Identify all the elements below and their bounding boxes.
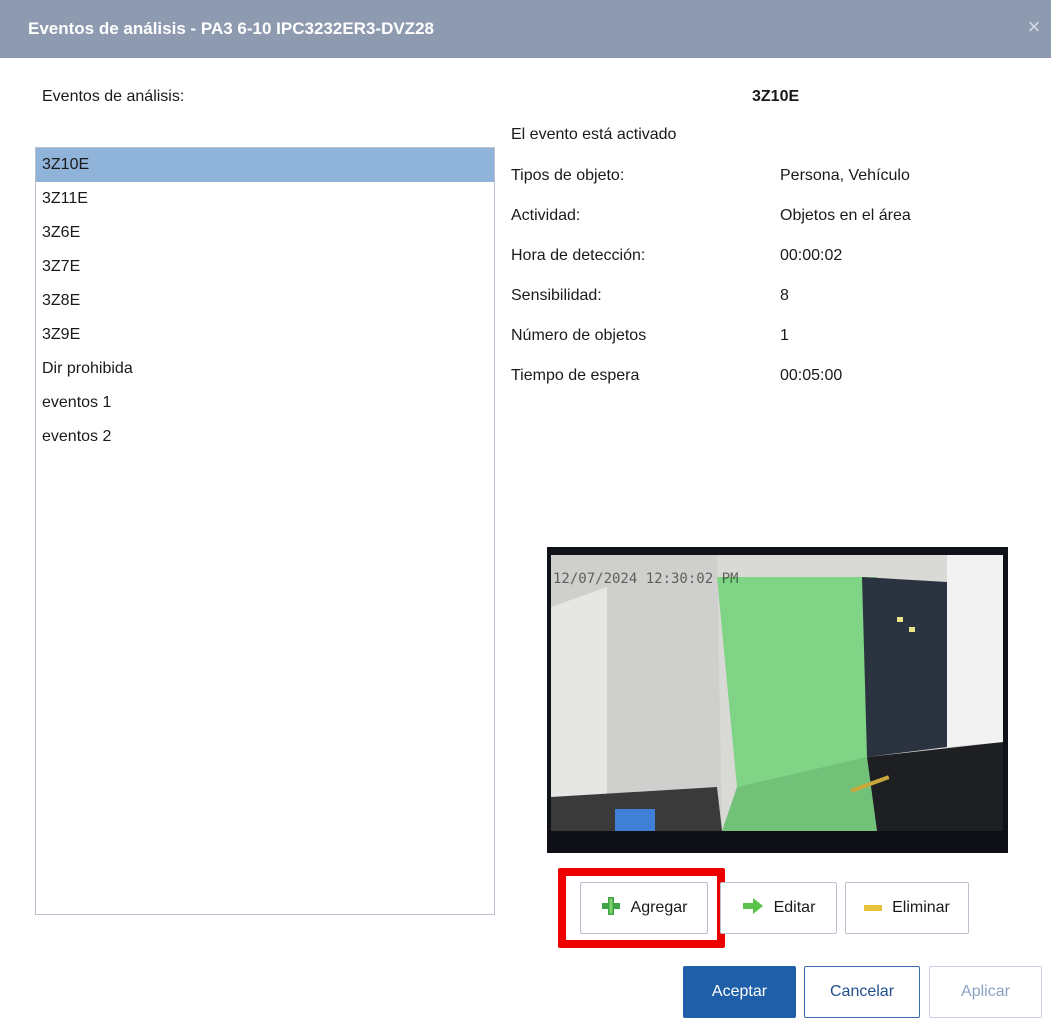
minus-icon	[864, 899, 883, 917]
edit-button[interactable]: Editar	[720, 882, 837, 934]
accept-button[interactable]: Aceptar	[683, 966, 796, 1018]
close-icon[interactable]: ×	[1023, 16, 1045, 38]
apply-button[interactable]: Aplicar	[929, 966, 1042, 1018]
list-item[interactable]: Dir prohibida	[36, 352, 494, 386]
accept-button-label: Aceptar	[711, 983, 768, 1000]
list-item[interactable]: 3Z8E	[36, 284, 494, 318]
arrow-right-icon	[742, 897, 764, 920]
events-list[interactable]: 3Z10E 3Z11E 3Z6E 3Z7E 3Z8E 3Z9E Dir proh…	[35, 147, 495, 915]
list-item[interactable]: 3Z6E	[36, 216, 494, 250]
preview-timestamp: 12/07/2024 12:30:02 PM	[553, 571, 739, 587]
camera-preview: 12/07/2024 12:30:02 PM	[547, 547, 1008, 853]
wait-time-value: 00:05:00	[780, 367, 843, 384]
list-item[interactable]: eventos 2	[36, 420, 494, 454]
object-types-label: Tipos de objeto:	[511, 167, 625, 184]
delete-button-label: Eliminar	[892, 899, 950, 916]
wait-time-label: Tiempo de espera	[511, 367, 640, 384]
apply-button-label: Aplicar	[961, 983, 1010, 1000]
edit-button-label: Editar	[773, 899, 816, 916]
window-title: Eventos de análisis - PA3 6-10 IPC3232ER…	[28, 19, 434, 38]
object-types-value: Persona, Vehículo	[780, 167, 910, 184]
event-status: El evento está activado	[511, 126, 677, 143]
list-item[interactable]: 3Z10E	[36, 148, 494, 182]
list-item[interactable]: 3Z11E	[36, 182, 494, 216]
detection-time-value: 00:00:02	[780, 247, 843, 264]
sensitivity-label: Sensibilidad:	[511, 287, 602, 304]
list-item[interactable]: 3Z9E	[36, 318, 494, 352]
list-item[interactable]: eventos 1	[36, 386, 494, 420]
camera-scene	[547, 547, 1008, 853]
object-count-label: Número de objetos	[511, 327, 647, 344]
add-button-label: Agregar	[630, 899, 688, 916]
object-count-value: 1	[780, 327, 789, 344]
plus-icon	[601, 896, 621, 921]
title-bar: Eventos de análisis - PA3 6-10 IPC3232ER…	[0, 0, 1051, 58]
detection-time-label: Hora de detección:	[511, 247, 646, 264]
event-name-heading: 3Z10E	[752, 88, 800, 105]
cancel-button-label: Cancelar	[829, 983, 895, 1000]
activity-label: Actividad:	[511, 207, 581, 224]
sensitivity-value: 8	[780, 287, 789, 304]
activity-value: Objetos en el área	[780, 207, 911, 224]
add-button[interactable]: Agregar	[580, 882, 708, 934]
cancel-button[interactable]: Cancelar	[804, 966, 920, 1018]
events-list-label: Eventos de análisis:	[42, 88, 185, 105]
delete-button[interactable]: Eliminar	[845, 882, 969, 934]
list-item[interactable]: 3Z7E	[36, 250, 494, 284]
